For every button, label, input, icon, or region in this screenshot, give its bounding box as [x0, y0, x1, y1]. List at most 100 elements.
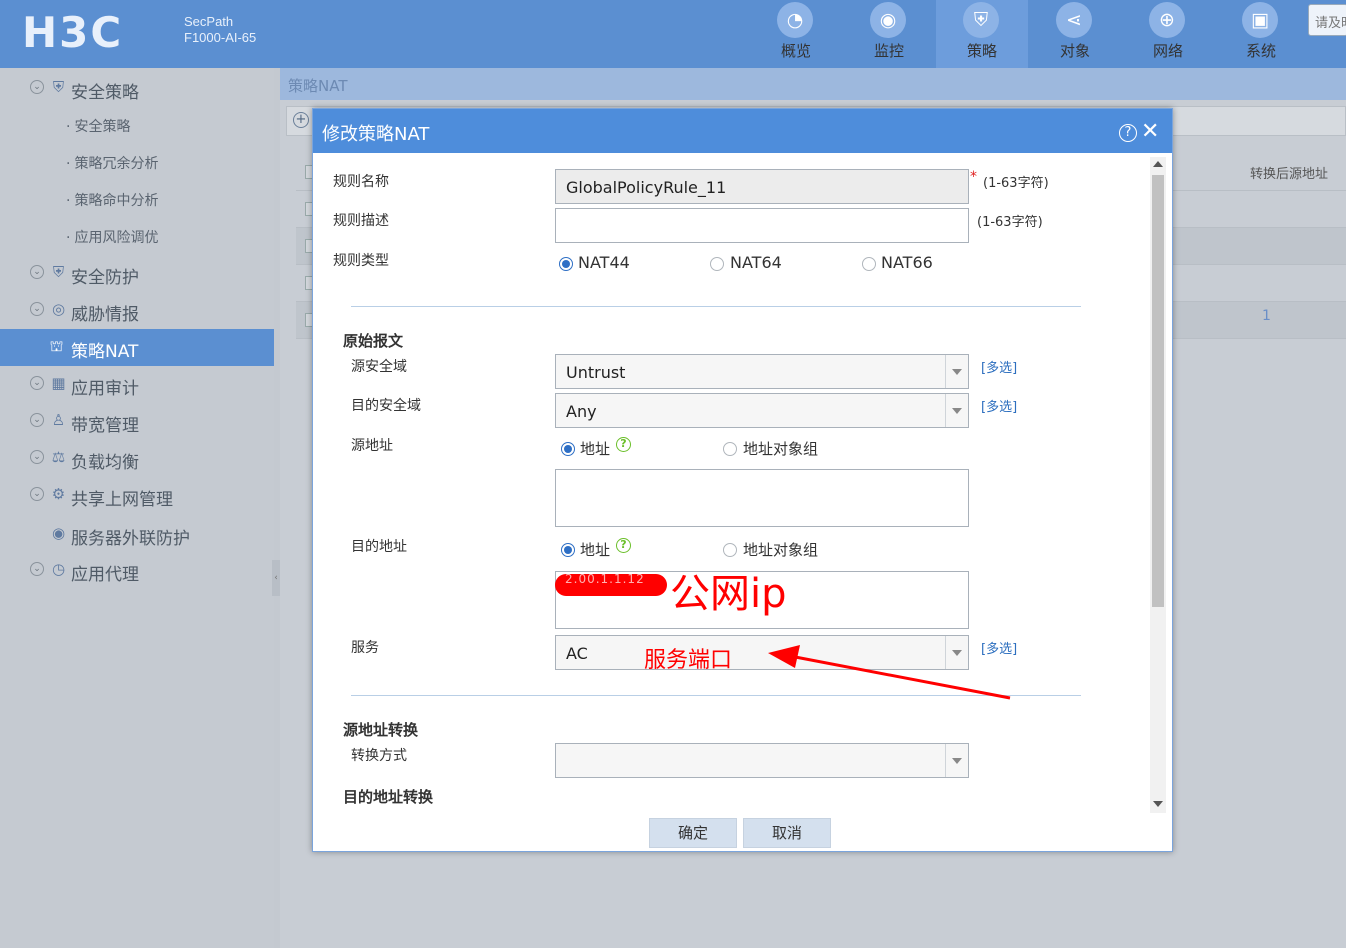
radio-src-address-group[interactable]: [723, 442, 737, 456]
sidebar-subitem-redundancy-analysis[interactable]: 策略冗余分析: [66, 153, 158, 173]
sidebar-subitem-app-risk-tuning[interactable]: 应用风险调优: [66, 227, 158, 247]
column-header-translated-src: 转换后源地址: [1250, 167, 1329, 182]
chevron-down-icon[interactable]: [945, 355, 968, 388]
service-select[interactable]: AC: [555, 635, 969, 670]
sidebar-subitem-hit-analysis[interactable]: 策略命中分析: [66, 190, 158, 210]
nav-label: 策略: [966, 42, 997, 60]
translate-mode-select[interactable]: [555, 743, 969, 778]
radio-nat66[interactable]: [862, 257, 876, 271]
nav-label: 监控: [873, 42, 904, 60]
sidebar-item-bandwidth[interactable]: ⌄ ♙ 带宽管理: [0, 403, 274, 440]
radio-src-address-group-label: 地址对象组: [743, 440, 819, 458]
rule-desc-field[interactable]: [555, 208, 969, 243]
expand-icon: ⌄: [30, 80, 44, 94]
sidebar-item-label: 安全防护: [71, 268, 139, 288]
scroll-down-icon[interactable]: [1153, 801, 1163, 807]
rule-desc-hint: (1-63字符): [977, 215, 1043, 230]
chevron-down-icon[interactable]: [945, 744, 968, 777]
sidebar-item-label: 负载均衡: [71, 453, 139, 473]
nav-policy[interactable]: ⛨ 策略: [936, 0, 1028, 68]
dashboard-icon: ◔: [777, 2, 813, 38]
dst-addr-label: 目的地址: [351, 539, 407, 555]
radio-nat44[interactable]: [559, 257, 573, 271]
product-model: F1000-AI-65: [184, 30, 257, 45]
sidebar: ⌄ ⛨ 安全策略 安全策略 策略冗余分析 策略命中分析 应用风险调优 ⌄ ⛨ 安…: [0, 68, 274, 948]
chevron-down-icon[interactable]: [945, 636, 968, 669]
src-address-textarea[interactable]: [555, 469, 969, 527]
help-icon[interactable]: ?: [1119, 124, 1137, 142]
radio-dst-address-label: 地址: [580, 541, 611, 559]
grid-icon: ▦: [51, 374, 66, 392]
nav-network[interactable]: ⊕ 网络: [1122, 0, 1214, 68]
annotation-service-port: 服务端口: [644, 648, 733, 673]
nav-system[interactable]: ▣ 系统: [1215, 0, 1307, 68]
help-question-icon[interactable]: ?: [616, 538, 631, 553]
nav-objects[interactable]: ⋖ 对象: [1029, 0, 1121, 68]
radio-nat44-label: NAT44: [578, 253, 630, 272]
dst-zone-label: 目的安全域: [351, 398, 421, 414]
sidebar-item-security-protection[interactable]: ⌄ ⛨ 安全防护: [0, 255, 274, 292]
sidebar-item-security-policy[interactable]: ⌄ ⛨ 安全策略: [0, 70, 274, 107]
ok-button[interactable]: 确定: [649, 818, 737, 848]
policy-shield-icon: ⛨: [963, 2, 999, 38]
nav-monitor[interactable]: ◉ 监控: [843, 0, 935, 68]
service-label: 服务: [351, 640, 379, 656]
cancel-button[interactable]: 取消: [743, 818, 831, 848]
eye-icon: ◎: [51, 300, 66, 318]
rule-desc-label: 规则描述: [333, 213, 389, 229]
breadcrumb: 策略NAT: [288, 77, 348, 95]
add-icon[interactable]: +: [293, 112, 309, 128]
monitor-icon: ◉: [870, 2, 906, 38]
radio-nat64[interactable]: [710, 257, 724, 271]
close-icon[interactable]: ✕: [1141, 119, 1159, 144]
scrollbar-thumb[interactable]: [1152, 175, 1164, 607]
src-zone-multi-select[interactable]: [多选]: [981, 357, 1017, 376]
help-question-icon[interactable]: ?: [616, 437, 631, 452]
share-icon: ⚙: [51, 485, 66, 503]
radio-nat64-label: NAT64: [730, 253, 782, 272]
sidebar-item-load-balance[interactable]: ⌄ ⚖ 负载均衡: [0, 440, 274, 477]
dst-zone-value: Any: [566, 402, 597, 421]
dst-zone-select[interactable]: Any: [555, 393, 969, 428]
h3c-logo: H3C: [22, 8, 124, 57]
chevron-down-icon[interactable]: [945, 394, 968, 427]
radio-dst-address-group-label: 地址对象组: [743, 541, 819, 559]
nat-icon: ⛫: [49, 337, 64, 355]
sidebar-item-shared-access[interactable]: ⌄ ⚙ 共享上网管理: [0, 477, 274, 514]
src-addr-label: 源地址: [351, 438, 393, 454]
sidebar-item-app-audit[interactable]: ⌄ ▦ 应用审计: [0, 366, 274, 403]
src-translate-section: 源地址转换: [343, 721, 419, 739]
sidebar-item-label: 带宽管理: [71, 416, 139, 436]
src-zone-select[interactable]: Untrust: [555, 354, 969, 389]
original-packet-section: 原始报文: [343, 332, 404, 350]
rule-name-field[interactable]: GlobalPolicyRule_11: [555, 169, 969, 204]
radio-src-address[interactable]: [561, 442, 575, 456]
share-nodes-icon: ⋖: [1056, 2, 1092, 38]
nav-label: 网络: [1152, 42, 1183, 60]
required-mark: *: [970, 169, 977, 185]
radio-dst-address[interactable]: [561, 543, 575, 557]
dialog-scrollbar[interactable]: [1150, 157, 1166, 813]
rule-type-label: 规则类型: [333, 253, 389, 269]
annotation-public-ip: 公网ip: [670, 571, 787, 617]
dialog-title: 修改策略NAT: [322, 124, 430, 145]
sidebar-collapse-handle[interactable]: ‹: [272, 560, 280, 596]
nav-overview[interactable]: ◔ 概览: [750, 0, 842, 68]
dst-zone-multi-select[interactable]: [多选]: [981, 396, 1017, 415]
sidebar-item-policy-nat[interactable]: ⛫ 策略NAT: [0, 329, 274, 366]
scroll-up-icon[interactable]: [1153, 161, 1163, 167]
table-cell-value: 1: [1262, 308, 1271, 324]
sidebar-item-server-outbound[interactable]: ◉ 服务器外联防护: [0, 516, 274, 553]
redacted-address-text: 2.00.1.1.12: [565, 572, 645, 586]
divider: [351, 306, 1081, 307]
sidebar-item-label: 应用审计: [71, 379, 139, 399]
sidebar-item-label: 威胁情报: [71, 305, 139, 325]
service-multi-select[interactable]: [多选]: [981, 638, 1017, 657]
sidebar-subitem-security-policy[interactable]: 安全策略: [66, 116, 130, 136]
search-input[interactable]: 请及时: [1308, 4, 1346, 36]
expand-icon: ⌄: [30, 376, 44, 390]
radio-dst-address-group[interactable]: [723, 543, 737, 557]
product-name: SecPath F1000-AI-65: [184, 14, 256, 46]
sidebar-item-app-proxy[interactable]: ⌄ ◷ 应用代理: [0, 552, 274, 589]
sidebar-item-threat-intel[interactable]: ⌄ ◎ 威胁情报: [0, 292, 274, 329]
